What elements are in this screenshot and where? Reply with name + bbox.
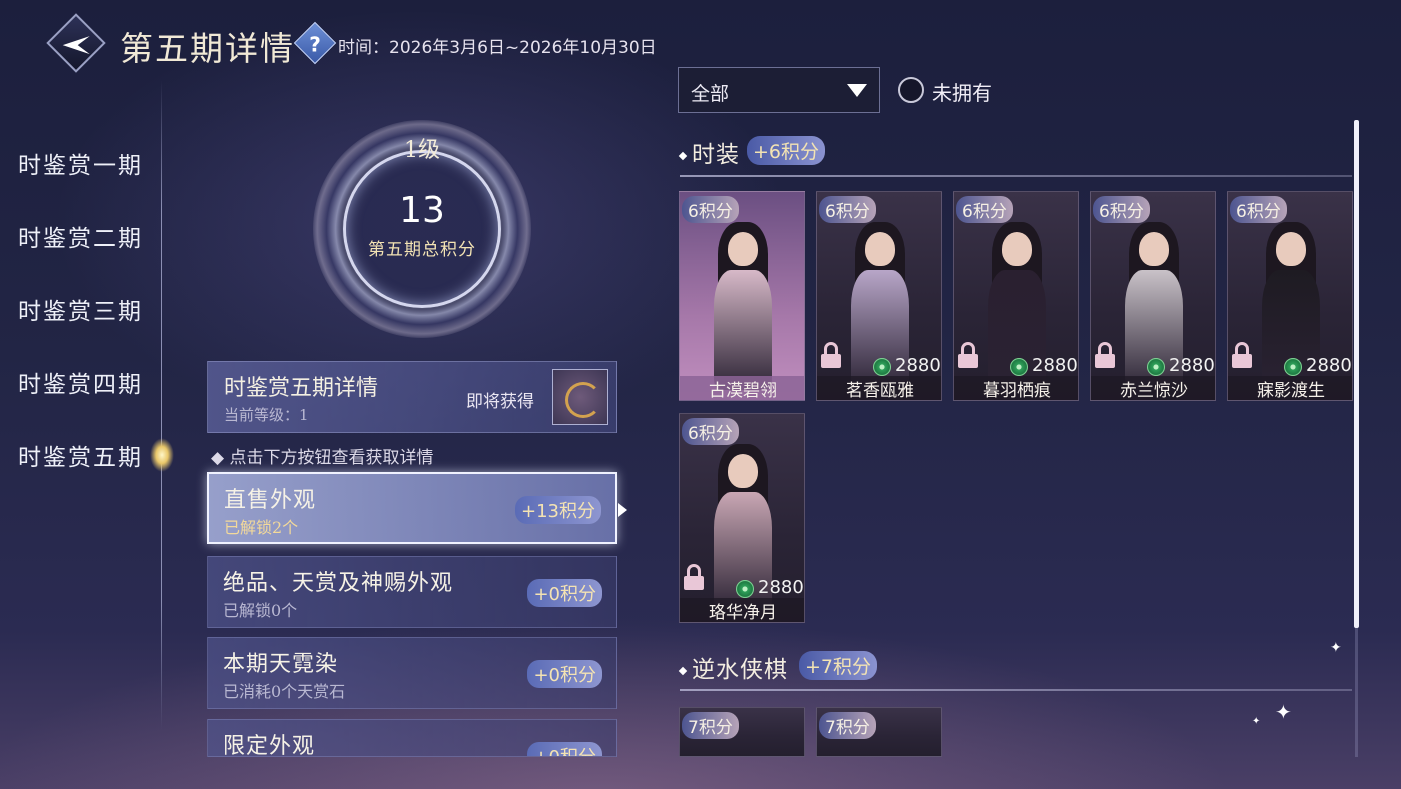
sparkle-icon: ✦ bbox=[1330, 640, 1342, 656]
card-points-badge: 6积分 bbox=[1230, 196, 1287, 223]
card-price: 2880 bbox=[758, 577, 804, 598]
card-points-badge: 6积分 bbox=[682, 196, 739, 223]
card-name: 珞华净月 bbox=[680, 598, 804, 622]
section-title-fashion: 时装 bbox=[680, 135, 740, 169]
total-score-caption: 第五期总积分 bbox=[368, 240, 476, 260]
nav-item-period-3[interactable]: 时鉴赏三期 bbox=[18, 292, 143, 326]
card-points-badge: 6积分 bbox=[682, 418, 739, 445]
question-icon: ? bbox=[309, 32, 321, 57]
category-title: 限定外观 bbox=[223, 734, 316, 757]
reward-item-icon[interactable] bbox=[552, 369, 608, 425]
sparkle-icon: ✦ bbox=[1275, 700, 1292, 724]
card-price: 2880 bbox=[895, 355, 941, 376]
level-ring: 1级 13 第五期总积分 bbox=[313, 120, 531, 338]
category-sub: 已解锁0个 bbox=[223, 601, 298, 620]
jade-currency-icon bbox=[1284, 358, 1302, 376]
not-owned-label[interactable]: 未拥有 bbox=[932, 77, 992, 106]
back-arrow-icon bbox=[62, 36, 90, 55]
help-button[interactable]: ? bbox=[293, 21, 337, 65]
jade-currency-icon bbox=[1010, 358, 1028, 376]
card-price: 2880 bbox=[1306, 355, 1352, 376]
lock-icon bbox=[1232, 342, 1252, 368]
chess-item-card[interactable]: 7积分 bbox=[816, 707, 942, 757]
card-price: 2880 bbox=[1169, 355, 1215, 376]
category-title: 直售外观 bbox=[224, 488, 317, 513]
card-price: 2880 bbox=[1032, 355, 1078, 376]
category-score-badge: +0积分 bbox=[527, 579, 602, 607]
card-name: 寐影渡生 bbox=[1228, 376, 1352, 400]
category-sub: 已消耗0个天赏石 bbox=[223, 682, 346, 701]
nav-item-period-1[interactable]: 时鉴赏一期 bbox=[18, 146, 143, 180]
chess-item-card[interactable]: 7积分 bbox=[679, 707, 805, 757]
category-score-badge: +13积分 bbox=[515, 496, 601, 524]
fashion-item-card[interactable]: 6积分 2880 寐影渡生 bbox=[1227, 191, 1353, 401]
lock-icon bbox=[1095, 342, 1115, 368]
card-name: 暮羽栖痕 bbox=[954, 376, 1078, 400]
lock-icon bbox=[958, 342, 978, 368]
section-title-chess: 逆水侠棋 bbox=[680, 650, 788, 684]
card-name: 古漠碧翎 bbox=[680, 376, 804, 400]
nav-item-period-2[interactable]: 时鉴赏二期 bbox=[18, 219, 143, 253]
page-title: 第五期详情 bbox=[120, 29, 295, 68]
jade-currency-icon bbox=[736, 580, 754, 598]
section-divider bbox=[680, 689, 1352, 691]
dropdown-triangle-icon bbox=[847, 84, 867, 97]
detail-title: 时鉴赏五期详情 bbox=[224, 376, 379, 401]
total-score: 13 bbox=[399, 190, 445, 231]
period-detail-card[interactable]: 时鉴赏五期详情 当前等级：1 即将获得 bbox=[207, 361, 617, 433]
section-badge-fashion: +6积分 bbox=[747, 136, 826, 165]
card-points-badge: 7积分 bbox=[682, 712, 739, 739]
not-owned-toggle[interactable] bbox=[898, 77, 924, 103]
card-points-badge: 6积分 bbox=[956, 196, 1013, 223]
filter-selected-value: 全部 bbox=[691, 83, 730, 105]
fashion-item-card[interactable]: 6积分 2880 茗香瓯雅 bbox=[816, 191, 942, 401]
nav-divider bbox=[161, 80, 162, 730]
fashion-item-card[interactable]: 6积分古漠碧翎 bbox=[679, 191, 805, 401]
jade-currency-icon bbox=[873, 358, 891, 376]
sparkle-icon: ✦ bbox=[1252, 716, 1261, 727]
category-title: 本期天霓染 bbox=[223, 652, 339, 677]
active-category-arrow-icon bbox=[618, 503, 627, 517]
category-limited[interactable]: 限定外观 +0积分 bbox=[207, 719, 617, 757]
card-points-badge: 7积分 bbox=[819, 712, 876, 739]
nav-item-period-5[interactable]: 时鉴赏五期 bbox=[18, 438, 143, 472]
outfit-figure-icon bbox=[708, 210, 778, 390]
active-nav-glow-icon bbox=[150, 438, 174, 472]
category-title: 绝品、天赏及神赐外观 bbox=[223, 571, 454, 596]
period-time: 时间：2026年3月6日~2026年10月30日 bbox=[338, 38, 657, 58]
fashion-item-card[interactable]: 6积分 2880 暮羽栖痕 bbox=[953, 191, 1079, 401]
lock-icon bbox=[821, 342, 841, 368]
level-label: 1级 bbox=[404, 138, 440, 163]
category-dye[interactable]: 本期天霓染 已消耗0个天赏石 +0积分 bbox=[207, 637, 617, 709]
nav-item-period-4[interactable]: 时鉴赏四期 bbox=[18, 365, 143, 399]
section-divider bbox=[680, 175, 1352, 177]
section-badge-chess: +7积分 bbox=[799, 651, 878, 680]
fashion-item-card[interactable]: 6积分 2880 珞华净月 bbox=[679, 413, 805, 623]
category-score-badge: +0积分 bbox=[527, 660, 602, 688]
card-points-badge: 6积分 bbox=[819, 196, 876, 223]
hint-text: ◆ 点击下方按钮查看获取详情 bbox=[211, 448, 434, 468]
soon-label: 即将获得 bbox=[466, 392, 534, 412]
filter-dropdown[interactable]: 全部 bbox=[678, 67, 880, 113]
lock-icon bbox=[684, 564, 704, 590]
scrollbar-thumb[interactable] bbox=[1354, 120, 1359, 628]
jade-currency-icon bbox=[1147, 358, 1165, 376]
card-name: 赤兰惊沙 bbox=[1091, 376, 1215, 400]
category-premium[interactable]: 绝品、天赏及神赐外观 已解锁0个 +0积分 bbox=[207, 556, 617, 628]
card-points-badge: 6积分 bbox=[1093, 196, 1150, 223]
back-button[interactable] bbox=[46, 13, 106, 73]
fashion-item-card[interactable]: 6积分 2880 赤兰惊沙 bbox=[1090, 191, 1216, 401]
category-sub: 已解锁2个 bbox=[224, 518, 299, 537]
current-level: 当前等级：1 bbox=[224, 406, 309, 424]
category-direct-sale[interactable]: 直售外观 已解锁2个 +13积分 bbox=[207, 472, 617, 544]
category-score-badge: +0积分 bbox=[527, 742, 602, 756]
card-name: 茗香瓯雅 bbox=[817, 376, 941, 400]
